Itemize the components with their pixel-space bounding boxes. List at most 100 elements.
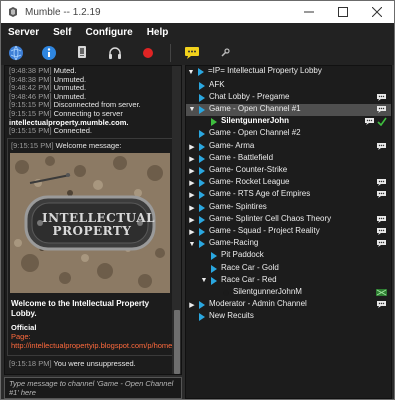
row-status-icons — [376, 227, 387, 236]
menu-configure[interactable]: Configure — [78, 27, 139, 38]
comment-icon[interactable] — [376, 300, 387, 309]
collapse-arrow-icon[interactable]: ▼ — [200, 276, 208, 286]
channel-row[interactable]: ▶ Game- Splinter Cell Chaos Theory — [186, 214, 391, 226]
toolbar — [1, 41, 394, 65]
tree-item-label: Game - Squad - Project Reality — [209, 225, 320, 235]
tree-item-label: Game-Racing — [209, 238, 259, 248]
collapse-arrow-icon[interactable]: ▼ — [188, 239, 196, 249]
tree-item-label: AFK — [209, 79, 225, 89]
channel-row[interactable]: Chat Lobby - Pregame — [186, 92, 391, 104]
menu-bar: Server Self Configure Help — [1, 23, 394, 41]
tree-item-label: Game - Open Channel #2 — [209, 128, 301, 138]
deafen-button[interactable] — [104, 43, 126, 63]
channel-icon — [211, 276, 217, 285]
window-controls — [292, 1, 394, 23]
comment-icon[interactable] — [376, 142, 387, 151]
log-scrollbar[interactable] — [172, 66, 181, 374]
tree-item-label: Moderator - Admin Channel — [209, 299, 307, 309]
channel-row[interactable]: ▶ Game - Squad - Project Reality — [186, 226, 391, 238]
comment-icon[interactable] — [376, 93, 387, 102]
chat-input[interactable]: Type message to channel 'Game - Open Cha… — [4, 377, 182, 399]
channel-row[interactable]: Pit Paddock — [186, 250, 391, 262]
row-status-icons — [376, 288, 387, 297]
homepage-link[interactable]: Page: http://intellectualpropertyip.blog… — [11, 332, 181, 350]
channel-icon — [211, 264, 217, 273]
channel-row[interactable]: ▶ Game- Arma — [186, 141, 391, 153]
expand-arrow-icon[interactable]: ▶ — [188, 190, 196, 200]
tree-root[interactable]: ▼ =IP= Intellectual Property Lobby — [186, 66, 391, 78]
user-row[interactable]: SilentgunnerJohnM — [186, 287, 391, 299]
channel-icon — [199, 81, 205, 90]
channel-row[interactable]: ▶ Game - Battlefield — [186, 153, 391, 165]
channel-tree[interactable]: ▼ =IP= Intellectual Property Lobby AFK Ch… — [185, 65, 392, 399]
menu-server[interactable]: Server — [1, 27, 46, 38]
comment-icon[interactable] — [376, 105, 387, 114]
friend-icon — [376, 288, 387, 296]
channel-icon — [199, 301, 205, 310]
record-button[interactable] — [137, 43, 159, 63]
channel-row[interactable]: ▶ Game- Rocket League — [186, 177, 391, 189]
channel-row[interactable]: AFK — [186, 80, 391, 92]
channel-row[interactable]: ▶ Game- Counter-Strike — [186, 165, 391, 177]
info-button[interactable] — [38, 43, 60, 63]
channel-row[interactable]: New Recuits — [186, 311, 391, 323]
channel-row[interactable]: ▼ Game - Open Channel #1 — [186, 103, 391, 117]
channel-icon — [199, 142, 205, 151]
channel-row[interactable]: Race Car - Gold — [186, 263, 391, 275]
maximize-button[interactable] — [326, 1, 360, 23]
expand-arrow-icon[interactable]: ▶ — [188, 142, 196, 152]
chat-button[interactable] — [181, 43, 203, 63]
channel-row[interactable]: ▶ Game - RTS Age of Empires — [186, 189, 391, 201]
tree-item-label: Game- Arma — [209, 140, 255, 150]
expand-arrow-icon[interactable]: ▶ — [188, 154, 196, 164]
channel-icon — [199, 179, 205, 188]
expand-arrow-icon[interactable]: ▶ — [188, 300, 196, 310]
comment-icon[interactable] — [376, 227, 387, 236]
welcome-title: Welcome to the Intellectual Property Lob… — [11, 299, 150, 318]
official-label: Official — [11, 323, 37, 332]
log-pane[interactable]: [9:48:38 PM] Muted. [9:48:38 PM] Unmuted… — [4, 65, 182, 375]
tree-item-label: Chat Lobby - Pregame — [209, 91, 290, 101]
log-text: You were unsuppressed. — [51, 359, 136, 368]
menu-self[interactable]: Self — [46, 27, 78, 38]
expand-arrow-icon[interactable]: ▶ — [188, 203, 196, 213]
channel-row[interactable]: Game - Open Channel #2 — [186, 128, 391, 140]
channel-row[interactable]: ▼ Game-Racing — [186, 238, 391, 250]
mute-self-button[interactable] — [71, 43, 93, 63]
log-scrollbar-thumb[interactable] — [174, 310, 180, 374]
user-row[interactable]: SilentgunnerJohn — [186, 116, 391, 128]
minimize-button[interactable] — [292, 1, 326, 23]
comment-icon[interactable] — [376, 239, 387, 248]
collapse-arrow-icon[interactable]: ▼ — [187, 67, 195, 77]
comment-icon[interactable] — [364, 117, 375, 126]
log-timestamp: [9:15:15 PM] — [9, 126, 52, 136]
tree-item-label: Game- Spintires — [209, 201, 267, 211]
user-icon — [223, 289, 229, 296]
expand-arrow-icon[interactable]: ▶ — [188, 215, 196, 225]
connect-button[interactable] — [5, 43, 27, 63]
comment-icon[interactable] — [376, 190, 387, 199]
maximize-icon — [338, 7, 348, 17]
expand-arrow-icon[interactable]: ▶ — [188, 227, 196, 237]
settings-button[interactable] — [214, 43, 236, 63]
row-status-icons — [376, 190, 387, 199]
channel-row[interactable]: ▶ Game- Spintires — [186, 202, 391, 214]
tree-item-label: Game- Rocket League — [209, 177, 290, 187]
comment-icon[interactable] — [376, 178, 387, 187]
comment-icon[interactable] — [376, 215, 387, 224]
collapse-arrow-icon[interactable]: ▼ — [188, 105, 196, 115]
channel-row[interactable]: ▼ Race Car - Red — [186, 275, 391, 287]
channel-row[interactable]: ▶ Moderator - Admin Channel — [186, 299, 391, 311]
tree-item-label: Game - RTS Age of Empires — [209, 189, 311, 199]
expand-arrow-icon[interactable]: ▶ — [188, 166, 196, 176]
channel-icon — [199, 166, 205, 175]
menu-help[interactable]: Help — [140, 27, 176, 38]
log-timestamp: [9:15:18 PM] — [9, 359, 52, 368]
tree-item-label: SilentgunnerJohnM — [233, 286, 302, 296]
log-timestamp: [9:15:15 PM] — [9, 108, 52, 118]
expand-arrow-icon[interactable]: ▶ — [188, 178, 196, 188]
close-button[interactable] — [360, 1, 394, 23]
channel-icon — [199, 203, 205, 212]
user-talking-icon — [211, 118, 217, 127]
log-line: [9:15:18 PM] You were unsuppressed. — [5, 359, 136, 369]
